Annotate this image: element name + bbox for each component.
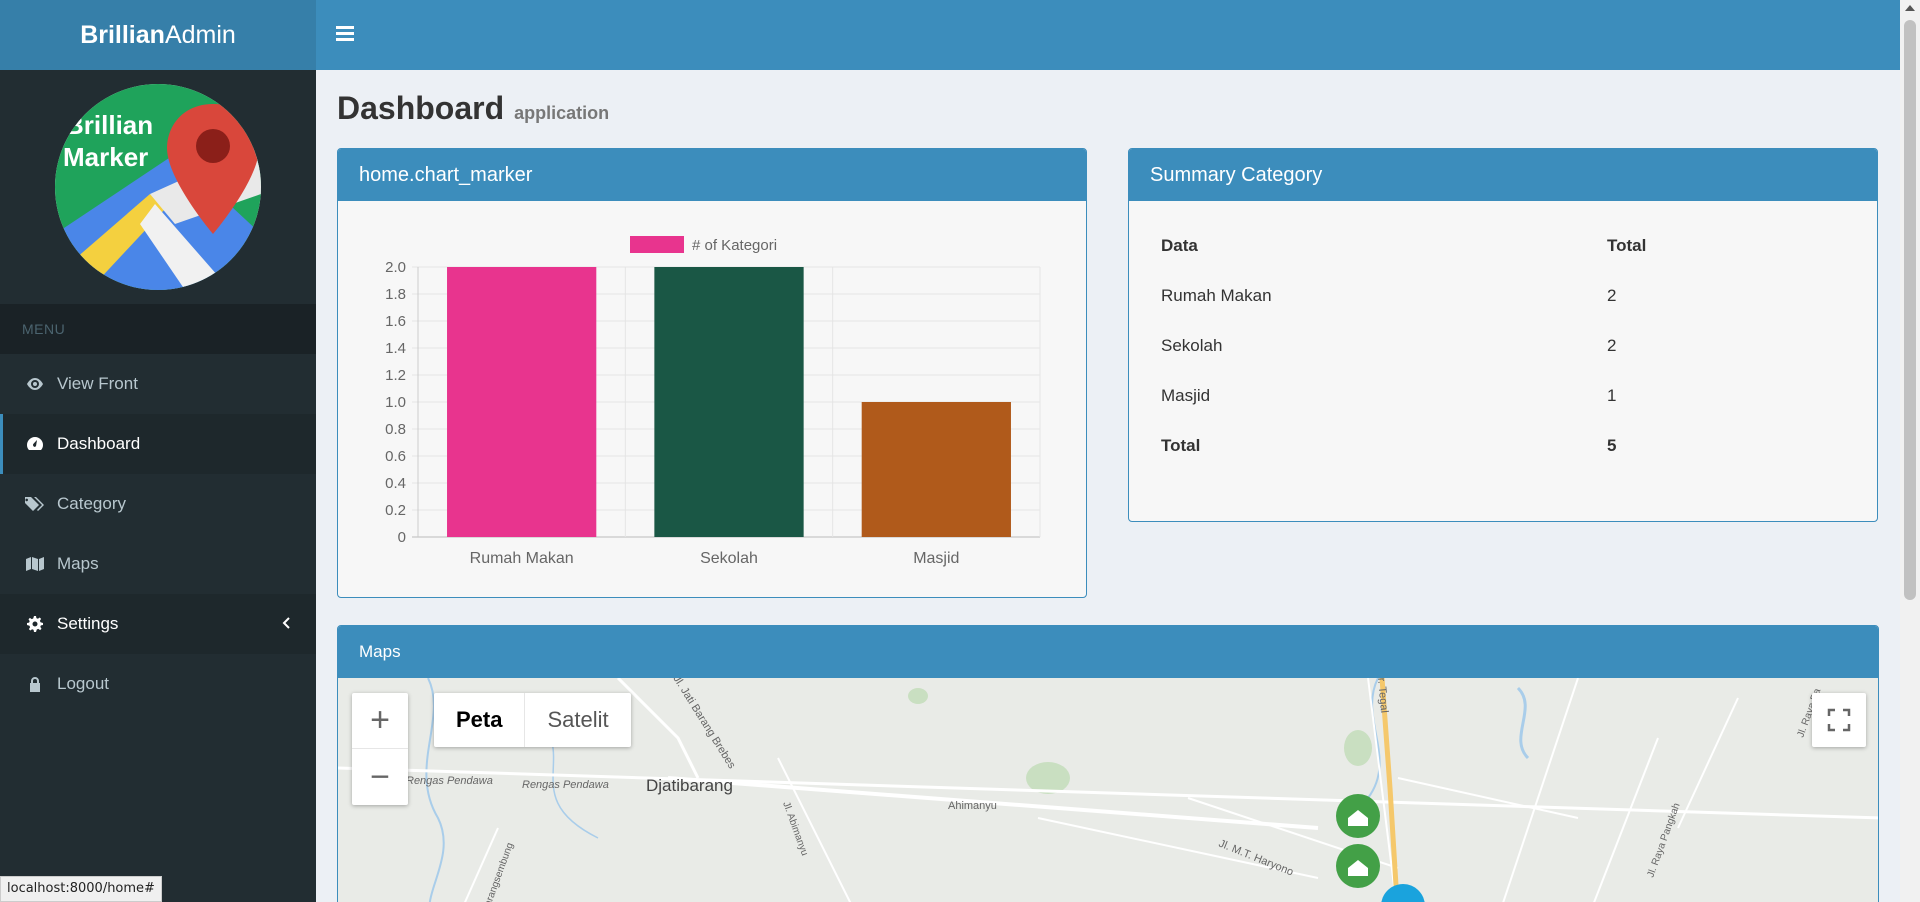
page-scrollbar[interactable] — [1900, 0, 1920, 902]
x-tick-label: Masjid — [913, 550, 959, 567]
y-tick-label: 1.8 — [385, 286, 406, 303]
map-icon — [25, 556, 45, 572]
column-header-data: Data — [1161, 236, 1198, 255]
status-bar-url: localhost:8000/home# — [0, 876, 162, 902]
cell-data: Masjid — [1161, 386, 1211, 405]
sidebar-item-dashboard[interactable]: Dashboard — [0, 414, 316, 474]
sidebar-item-label: Category — [57, 494, 126, 513]
scroll-thumb[interactable] — [1904, 20, 1916, 600]
summary-box-title: Summary Category — [1129, 149, 1877, 201]
map-marker-logo: Brillian Marker — [55, 84, 261, 290]
y-tick-label: 0 — [398, 529, 406, 546]
page-title-text: Dashboard — [337, 90, 505, 126]
map-type-satelit-button[interactable]: Satelit — [525, 693, 630, 747]
cell-total: 2 — [1607, 286, 1617, 305]
sidebar-item-label: Maps — [57, 554, 99, 573]
maps-box: Maps Djatibarang Rengas Pendawa Rengas P… — [337, 625, 1879, 902]
map-label-town: Djatibarang — [646, 776, 733, 795]
fullscreen-icon — [1827, 708, 1851, 732]
logo-text-line2: Marker — [63, 142, 148, 172]
eye-icon — [25, 378, 45, 390]
bar-chart: # of Kategori 0 0.2 0.4 0.6 0.8 1.0 1.2 1.4 1.6 1.… — [385, 236, 1041, 567]
zoom-in-button[interactable]: + — [352, 693, 408, 749]
cell-total: 1 — [1607, 386, 1617, 405]
map-type-control: Peta Satelit — [434, 693, 631, 747]
dashboard-icon — [25, 436, 45, 452]
logo-text-line1: Brillian — [65, 110, 153, 140]
avatar: Brillian Marker — [55, 84, 261, 290]
page-subtitle: application — [514, 103, 610, 123]
chevron-left-icon — [282, 614, 290, 634]
sidebar-item-label: Logout — [57, 674, 109, 693]
sidebar-item-logout[interactable]: Logout — [0, 654, 316, 714]
footer-total-label: Total — [1161, 436, 1201, 455]
zoom-control: + − — [352, 693, 408, 805]
table-footer-row: Total 5 — [1129, 421, 1877, 471]
y-tick-label: 0.2 — [385, 502, 406, 519]
bar[interactable] — [654, 267, 804, 537]
y-tick-label: 0.8 — [385, 421, 406, 438]
sidebar-item-view-front[interactable]: View Front — [0, 354, 316, 414]
table-row: Masjid 1 — [1129, 371, 1877, 421]
footer-total-value: 5 — [1607, 436, 1617, 455]
tags-icon — [25, 496, 45, 512]
user-panel: Brillian Marker — [0, 70, 316, 304]
top-navbar — [316, 0, 1900, 70]
page-title: Dashboard application — [337, 90, 609, 127]
chart-box-title: home.chart_marker — [338, 149, 1086, 201]
table-row: Rumah Makan 2 — [1129, 271, 1877, 321]
brand-light: Admin — [164, 20, 236, 49]
sidebar-item-label: Dashboard — [57, 434, 141, 453]
map-label-road: Rengas Pendawa — [406, 775, 493, 787]
column-header-total: Total — [1607, 236, 1647, 255]
brand-logo[interactable]: Brillian Admin — [0, 0, 316, 70]
y-tick-label: 1.6 — [385, 313, 406, 330]
zoom-out-button[interactable]: − — [352, 749, 408, 805]
map-label-road: Ahimanyu — [948, 800, 997, 812]
summary-table: Data Total Rumah Makan 2 Sekolah 2 Masji… — [1129, 221, 1877, 471]
y-tick-label: 1.2 — [385, 367, 406, 384]
legend-label: # of Kategori — [692, 237, 777, 254]
scroll-up-arrow-icon[interactable] — [1905, 5, 1915, 11]
y-tick-label: 2.0 — [385, 259, 406, 276]
bar[interactable] — [861, 402, 1011, 537]
bar[interactable] — [447, 267, 597, 537]
legend-swatch — [630, 236, 684, 253]
maps-box-title: Maps — [338, 626, 1878, 678]
sidebar-item-label: View Front — [57, 374, 138, 393]
sidebar-item-category[interactable]: Category — [0, 474, 316, 534]
sidebar-item-settings[interactable]: Settings — [0, 594, 316, 654]
fullscreen-button[interactable] — [1812, 693, 1866, 747]
cell-data: Rumah Makan — [1161, 286, 1272, 305]
map-type-peta-button[interactable]: Peta — [434, 693, 526, 747]
y-tick-label: 1.4 — [385, 340, 406, 357]
summary-box: Summary Category Data Total Rumah Makan … — [1128, 148, 1878, 522]
sidebar-item-label: Settings — [57, 614, 119, 633]
lock-icon — [25, 676, 45, 692]
table-row: Sekolah 2 — [1129, 321, 1877, 371]
y-tick-label: 0.6 — [385, 448, 406, 465]
gear-icon — [25, 616, 45, 632]
chart-box: home.chart_marker # of Kategori 0 0.2 0.4 0.… — [337, 148, 1087, 598]
brand-bold: Brillian — [80, 20, 165, 49]
menu-toggle-icon[interactable] — [336, 25, 354, 43]
menu-header: MENU — [0, 304, 316, 354]
sidebar-item-maps[interactable]: Maps — [0, 534, 316, 594]
table-header-row: Data Total — [1129, 221, 1877, 271]
main-content: Dashboard application home.chart_marker #… — [316, 70, 1900, 902]
y-tick-label: 1.0 — [385, 394, 406, 411]
cell-data: Sekolah — [1161, 336, 1223, 355]
sidebar: Brillian Admin Brillian Marker MENU View … — [0, 0, 316, 902]
x-tick-label: Sekolah — [700, 550, 758, 567]
x-tick-label: Rumah Makan — [470, 550, 574, 567]
y-tick-label: 0.4 — [385, 475, 406, 492]
google-map[interactable]: Djatibarang Rengas Pendawa Rengas Pendaw… — [338, 678, 1878, 902]
cell-total: 2 — [1607, 336, 1617, 355]
map-label-road: Rengas Pendawa — [522, 779, 609, 791]
